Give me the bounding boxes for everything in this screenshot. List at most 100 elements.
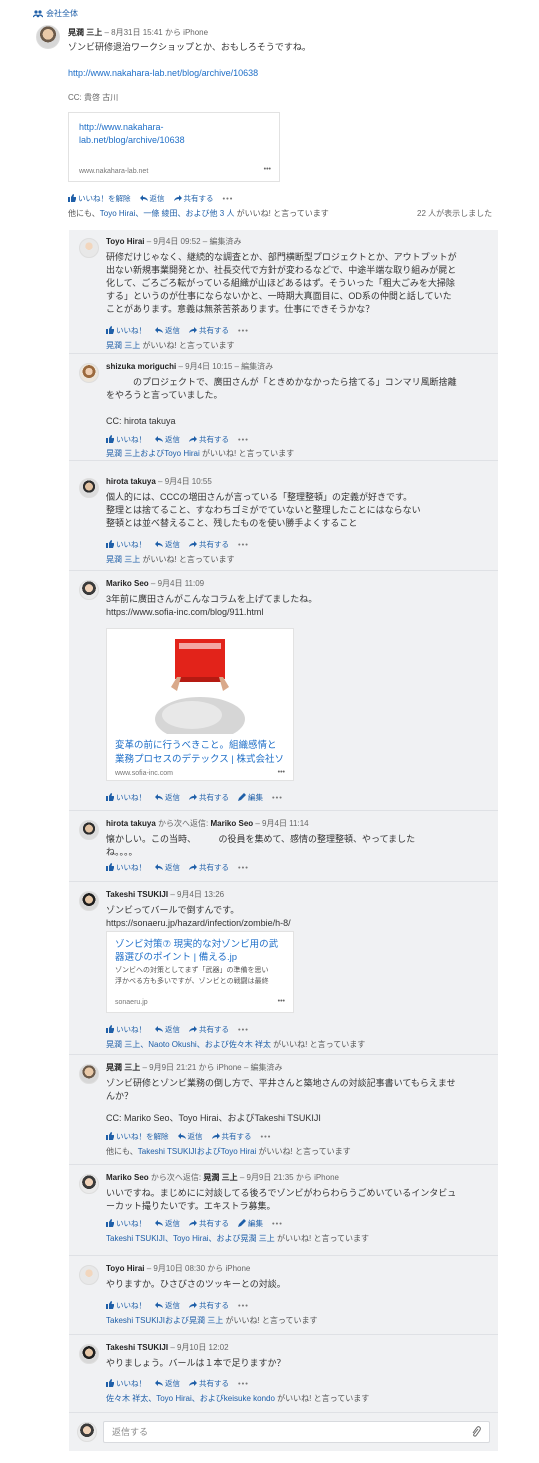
like-button[interactable]: いいね！ xyxy=(106,793,146,804)
reply-to-name[interactable]: 晃潤 三上 xyxy=(203,1173,237,1182)
link-preview-card[interactable]: ゾンビ対策⑦ 現実的な対ゾンビ用の武 器選びのポイント | 備える.jp ゾンビ… xyxy=(106,931,294,1013)
share-button[interactable]: 共有する xyxy=(189,1219,229,1230)
group-header[interactable]: 会社全体 xyxy=(33,8,78,20)
share-button[interactable]: 共有する xyxy=(189,435,229,446)
edit-button[interactable]: 編集 xyxy=(238,793,263,804)
more-button[interactable]: ••• xyxy=(272,1219,283,1230)
more-button[interactable]: ••• xyxy=(238,1301,249,1312)
card-domain: www.sofia-inc.com xyxy=(115,770,173,777)
reply-author[interactable]: Toyo Hirai xyxy=(106,1264,145,1273)
like-button[interactable]: いいね！ xyxy=(106,863,146,874)
card-title-1[interactable]: 変革の前に行うべきこと。組織感情と xyxy=(115,739,284,753)
avatar[interactable] xyxy=(79,580,99,600)
author-name[interactable]: 晃潤 三上 xyxy=(68,28,102,37)
more-button[interactable]: ••• xyxy=(261,1132,272,1143)
reply-to-name[interactable]: Mariko Seo xyxy=(210,819,253,828)
reply-url[interactable]: https://sonaeru.jp/hazard/infection/zomb… xyxy=(106,917,481,930)
post-url[interactable]: http://www.nakahara-lab.net/blog/archive… xyxy=(68,67,258,80)
edit-button[interactable]: 編集 xyxy=(238,1219,263,1230)
more-button[interactable]: ••• xyxy=(238,1025,249,1036)
paperclip-icon[interactable] xyxy=(471,1426,481,1438)
view-count[interactable]: 22 人が表示しました xyxy=(417,208,492,220)
reply-input[interactable]: 返信する xyxy=(103,1421,490,1443)
likes-users[interactable]: Takeshi TSUKIJIおよび晃潤 三上 xyxy=(106,1316,223,1325)
likes-users[interactable]: 晃潤 三上およびToyo Hirai xyxy=(106,449,200,458)
avatar[interactable] xyxy=(79,363,99,383)
more-button[interactable]: ••• xyxy=(238,1379,249,1390)
avatar[interactable] xyxy=(79,238,99,258)
reply-button[interactable]: 返信 xyxy=(155,540,180,551)
reply-button[interactable]: 返信 xyxy=(155,1219,180,1230)
card-more-button[interactable]: ••• xyxy=(278,768,285,778)
like-button[interactable]: いいね！ xyxy=(106,540,146,551)
reply-author[interactable]: Mariko Seo xyxy=(106,1173,149,1182)
likes-users[interactable]: Takeshi TSUKIJIおよびToyo Hirai xyxy=(138,1147,257,1156)
like-button[interactable]: いいね！ xyxy=(106,435,146,446)
avatar[interactable] xyxy=(79,1174,99,1194)
share-button[interactable]: 共有する xyxy=(189,1025,229,1036)
like-button[interactable]: いいね！ xyxy=(106,1025,146,1036)
avatar[interactable] xyxy=(79,1344,99,1364)
share-button[interactable]: 共有する xyxy=(189,540,229,551)
reply-author[interactable]: hirota takuya xyxy=(106,477,156,486)
card-title-1[interactable]: ゾンビ対策⑦ 現実的な対ゾンビ用の武 xyxy=(115,938,278,951)
unlike-button[interactable]: いいね！を解除 xyxy=(68,194,131,205)
like-button[interactable]: いいね！ xyxy=(106,1379,146,1390)
reply-button[interactable]: 返信 xyxy=(155,1379,180,1390)
card-title-2[interactable]: lab.net/blog/archive/10638 xyxy=(79,134,185,147)
link-preview-card[interactable]: 変革の前に行うべきこと。組織感情と 業務プロセスのデテックス | 株式会社ソ w… xyxy=(106,628,294,781)
reply-button[interactable]: 返信 xyxy=(139,194,165,205)
avatar[interactable] xyxy=(79,1064,99,1084)
more-button[interactable]: ••• xyxy=(238,863,249,874)
reply-author[interactable]: 晃潤 三上 xyxy=(106,1063,140,1072)
thumbs-up-icon xyxy=(106,793,114,801)
more-button[interactable]: ••• xyxy=(238,540,249,551)
likes-users[interactable]: 晃潤 三上 xyxy=(106,341,140,350)
likes-users[interactable]: Toyo Hirai、一條 綾田、および他 3 人 xyxy=(100,209,235,218)
reply-button[interactable]: 返信 xyxy=(155,1301,180,1312)
like-button[interactable]: いいね！ xyxy=(106,326,146,337)
reply-button[interactable]: 返信 xyxy=(155,793,180,804)
share-button[interactable]: 共有する xyxy=(189,326,229,337)
likes-users[interactable]: 晃潤 三上 xyxy=(106,555,140,564)
author-avatar[interactable] xyxy=(36,25,60,49)
share-button[interactable]: 共有する xyxy=(211,1132,252,1143)
reply-button[interactable]: 返信 xyxy=(155,1025,180,1036)
card-title-1[interactable]: http://www.nakahara- xyxy=(79,121,185,134)
more-button[interactable]: ••• xyxy=(238,326,249,337)
card-title-2[interactable]: 業務プロセスのデテックス | 株式会社ソ xyxy=(115,753,284,767)
reply-author[interactable]: Toyo Hirai xyxy=(106,237,145,246)
avatar[interactable] xyxy=(79,820,99,840)
unlike-button[interactable]: いいね！を解除 xyxy=(106,1132,169,1143)
like-button[interactable]: いいね！ xyxy=(106,1219,146,1230)
more-button[interactable]: ••• xyxy=(223,194,234,205)
likes-users[interactable]: 晃潤 三上、Naoto Okushi、および佐々木 祥太 xyxy=(106,1040,271,1049)
link-preview-card[interactable]: http://www.nakahara- lab.net/blog/archiv… xyxy=(68,112,280,182)
reply-button[interactable]: 返信 xyxy=(155,863,180,874)
card-more-button[interactable]: ••• xyxy=(278,997,285,1007)
card-more-button[interactable]: ••• xyxy=(264,165,271,175)
reply-author[interactable]: shizuka moriguchi xyxy=(106,362,176,371)
reply-author[interactable]: Mariko Seo xyxy=(106,579,149,588)
card-title-2[interactable]: 器選びのポイント | 備える.jp xyxy=(115,951,278,964)
likes-users[interactable]: 佐々木 祥太、Toyo Hirai、およびkeisuke kondo xyxy=(106,1394,275,1403)
more-button[interactable]: ••• xyxy=(238,435,249,446)
like-button[interactable]: いいね！ xyxy=(106,1301,146,1312)
share-button[interactable]: 共有する xyxy=(189,863,229,874)
share-button[interactable]: 共有する xyxy=(173,194,214,205)
reply-author[interactable]: Takeshi TSUKIJI xyxy=(106,890,168,899)
share-button[interactable]: 共有する xyxy=(189,1301,229,1312)
reply-button[interactable]: 返信 xyxy=(155,435,180,446)
reply-author[interactable]: hirota takuya xyxy=(106,819,156,828)
avatar[interactable] xyxy=(79,891,99,911)
share-button[interactable]: 共有する xyxy=(189,793,229,804)
reply-button[interactable]: 返信 xyxy=(177,1132,203,1143)
reply-button[interactable]: 返信 xyxy=(155,326,180,337)
likes-users[interactable]: Takeshi TSUKIJI、Toyo Hirai、および晃潤 三上 xyxy=(106,1234,275,1243)
reply-author[interactable]: Takeshi TSUKIJI xyxy=(106,1343,168,1352)
share-button[interactable]: 共有する xyxy=(189,1379,229,1390)
avatar[interactable] xyxy=(79,1265,99,1285)
more-button[interactable]: ••• xyxy=(272,793,283,804)
reply-url[interactable]: https://www.sofia-inc.com/blog/911.html xyxy=(106,606,481,619)
avatar[interactable] xyxy=(79,478,99,498)
